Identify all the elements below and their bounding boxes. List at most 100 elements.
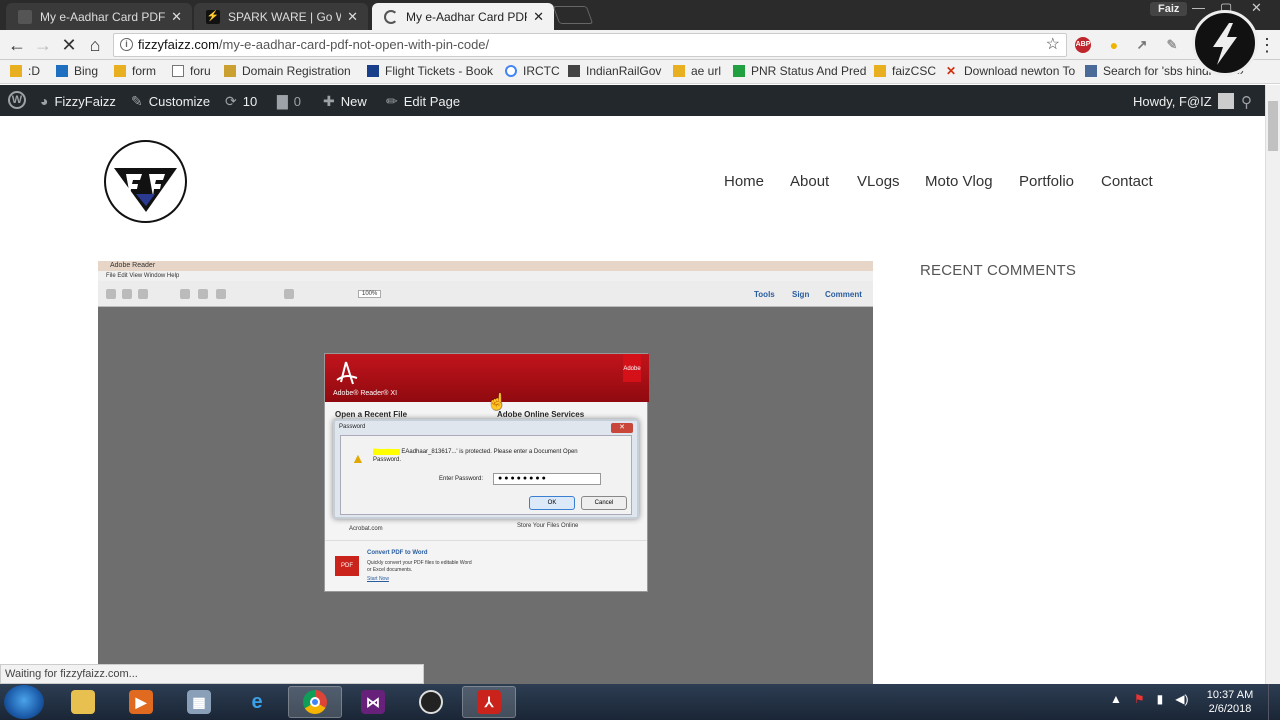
password-dialog-title: Password — [339, 424, 366, 430]
nav-home[interactable]: Home — [724, 173, 764, 190]
avatar — [1217, 93, 1234, 109]
volume-icon[interactable]: ◀) — [1175, 692, 1188, 706]
bookmark-item[interactable]: IndianRailGov — [568, 64, 661, 78]
profile-button[interactable]: Faiz — [1150, 2, 1188, 16]
recent-comments-heading: RECENT COMMENTS — [920, 262, 1077, 279]
flight-icon — [367, 65, 379, 77]
bookmark-label: Bing — [74, 64, 99, 78]
updates-icon: ⟳ — [225, 93, 237, 109]
nav-contact[interactable]: Contact — [1101, 173, 1153, 190]
extension-icon[interactable]: ↗ — [1134, 37, 1150, 53]
info-icon[interactable]: i — [120, 38, 133, 51]
folder-icon — [71, 690, 95, 714]
password-message: EAadhaar EAadhaar_813617...' is protecte… — [373, 448, 603, 464]
admin-site-name[interactable]: ◕ FizzyFaizz — [40, 93, 116, 109]
adblock-plus-icon[interactable]: ABP — [1075, 37, 1091, 53]
google-icon — [505, 65, 517, 77]
extension-icon[interactable]: ✎ — [1164, 37, 1180, 53]
taskbar-obs[interactable] — [404, 686, 458, 718]
show-hidden-icons[interactable]: ▲ — [1110, 692, 1122, 706]
bookmark-item[interactable]: PNR Status And Pred — [733, 64, 866, 78]
stop-icon[interactable]: ✕ — [58, 34, 80, 56]
tab-close-icon[interactable]: ✕ — [533, 9, 544, 25]
comments-count: 0 — [293, 94, 302, 109]
taskbar-explorer[interactable] — [56, 686, 110, 718]
tab-close-icon[interactable]: ✕ — [347, 9, 358, 25]
bookmark-item[interactable]: foru — [172, 64, 211, 78]
home-icon[interactable]: ⌂ — [84, 34, 106, 56]
dashboard-icon: ◕ — [40, 93, 49, 109]
bookmark-label: form — [132, 64, 156, 78]
admin-updates[interactable]: ⟳ 10 — [225, 93, 257, 110]
folder-icon — [874, 65, 886, 77]
bookmark-star-icon[interactable]: ☆ — [1046, 34, 1060, 56]
password-dialog-body: ▲ EAadhaar EAadhaar_813617...' is protec… — [340, 435, 632, 515]
tab-spark-ware[interactable]: ⚡ SPARK WARE | Go With T ✕ — [194, 3, 368, 30]
clock-time: 10:37 AM — [1206, 689, 1254, 701]
flag-icon[interactable]: ⚑ — [1134, 692, 1145, 706]
search-icon[interactable]: ⚲ — [1241, 93, 1252, 111]
page-scrollbar[interactable] — [1265, 85, 1280, 684]
new-tab-button[interactable] — [552, 6, 594, 24]
convert-title: Convert PDF to Word — [367, 550, 428, 556]
bookmark-item[interactable]: Search for 'sbs hindi — [1085, 64, 1211, 78]
admin-new[interactable]: ✚ New — [323, 93, 367, 110]
taskbar-adobe-reader[interactable]: ⅄ — [462, 686, 516, 718]
bookmark-item[interactable]: Domain Registration — [224, 64, 351, 78]
tab-aadhar-1[interactable]: My e-Aadhar Card PDF N ✕ — [6, 3, 192, 30]
address-bar[interactable]: i fizzyfaizz.com/my-e-aadhar-card-pdf-no… — [113, 33, 1067, 57]
nav-moto-vlog[interactable]: Moto Vlog — [925, 173, 993, 190]
bulb-extension-icon[interactable]: ● — [1106, 37, 1122, 53]
network-icon[interactable]: ▮ — [1157, 692, 1164, 706]
nav-vlogs[interactable]: VLogs — [857, 173, 900, 190]
taskbar-media[interactable]: ▶ — [114, 686, 168, 718]
reader-welcome-dialog: Adobe® Reader® XI Adobe Open a Recent Fi… — [324, 353, 649, 592]
menu-icon[interactable]: ⋮ — [1256, 34, 1278, 56]
nav-portfolio[interactable]: Portfolio — [1019, 173, 1074, 190]
taskbar-visual-studio[interactable]: ⋈ — [346, 686, 400, 718]
system-tray: ▲ ⚑ ▮ ◀) — [1110, 692, 1189, 706]
bookmark-label: faizCSC — [892, 64, 937, 78]
tab-aadhar-active[interactable]: My e-Aadhar Card PDF N ✕ — [372, 3, 554, 30]
scrollbar-thumb[interactable] — [1268, 101, 1278, 151]
search-page-icon — [1085, 65, 1097, 77]
updates-count: 10 — [242, 94, 258, 109]
admin-comments[interactable]: ▇ 0 — [277, 93, 301, 110]
bookmark-item[interactable]: ✕ Download newton To — [946, 64, 1075, 78]
internet-explorer-icon: e — [251, 690, 263, 713]
admin-customize[interactable]: ✎ Customize — [131, 93, 210, 110]
bookmark-item[interactable]: ae url — [673, 64, 721, 78]
bookmark-item[interactable]: :D — [10, 64, 40, 78]
online-services-heading: Adobe Online Services — [497, 410, 585, 419]
bookmark-label: ae url — [691, 64, 722, 78]
nav-about[interactable]: About — [790, 173, 829, 190]
admin-account[interactable]: Howdy, F@IZ — [1133, 93, 1234, 109]
bookmark-item[interactable]: Flight Tickets - Book — [367, 64, 493, 78]
wordpress-logo-icon[interactable]: W — [8, 91, 26, 109]
site-logo[interactable] — [104, 140, 187, 223]
bookmark-label: :D — [28, 64, 40, 78]
admin-edit-page[interactable]: ✏ Edit Page — [386, 93, 460, 110]
bookmark-item[interactable]: form — [114, 64, 156, 78]
bookmark-item[interactable]: IRCTC — [505, 64, 560, 78]
back-icon[interactable]: ← — [6, 34, 28, 56]
forward-icon[interactable]: → — [32, 34, 54, 56]
acrobat-link: Acrobat.com — [349, 526, 383, 532]
start-button[interactable] — [4, 685, 44, 719]
taskbar-clock[interactable]: 10:37 AM 2/6/2018 — [1200, 688, 1260, 716]
tab-title: My e-Aadhar Card PDF N — [40, 9, 166, 24]
show-desktop-button[interactable] — [1268, 684, 1280, 720]
taskbar-ie[interactable]: e — [230, 686, 284, 718]
bookmark-item[interactable]: Bing — [56, 64, 98, 78]
tab-close-icon[interactable]: ✕ — [171, 9, 182, 25]
taskbar-calculator[interactable]: ▦ — [172, 686, 226, 718]
password-dialog: Password ✕ ▲ EAadhaar EAadhaar_813617...… — [333, 419, 639, 519]
taskbar-chrome[interactable] — [288, 686, 342, 718]
convert-desc: Quickly convert your PDF files to editab… — [367, 560, 472, 573]
customize-label: Customize — [148, 94, 211, 109]
bookmark-label: IRCTC — [523, 64, 560, 78]
bookmark-item[interactable]: faizCSC — [874, 64, 936, 78]
tools-link: Tools — [754, 290, 775, 299]
reader-toolbar: 100% Tools Sign Comment — [98, 281, 873, 307]
edit-label: Edit Page — [403, 94, 461, 109]
